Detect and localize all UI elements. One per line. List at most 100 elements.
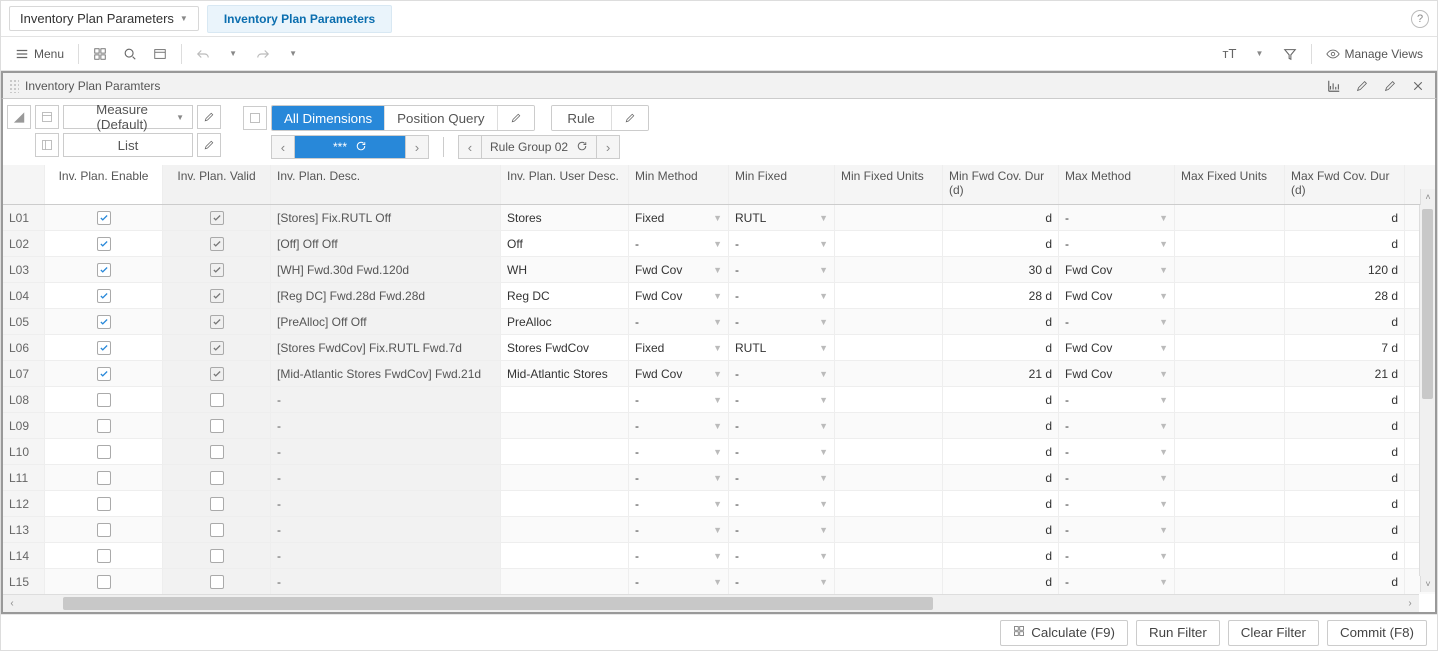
manage-views-button[interactable]: Manage Views [1320,41,1430,67]
table-row[interactable]: L09--▼-▼d-▼d [3,413,1435,439]
nav-prev-2[interactable]: ‹ [458,135,482,159]
axis-y-handle[interactable] [35,105,59,129]
cell-minfixu[interactable] [835,231,943,256]
cell-maxfwd[interactable]: d [1285,439,1405,464]
col-valid[interactable]: Inv. Plan. Valid [163,165,271,204]
cell-minfixu[interactable] [835,413,943,438]
text-size-dropdown[interactable]: ▼ [1247,41,1273,67]
checkbox-icon[interactable] [97,211,111,225]
cell-maxfwd[interactable]: d [1285,413,1405,438]
nav-next-2[interactable]: › [596,135,620,159]
col-minmeth[interactable]: Min Method [629,165,729,204]
pill-rule[interactable]: Rule [552,106,612,130]
cell-maxmeth[interactable]: Fwd Cov▼ [1059,283,1175,308]
cell-userdesc[interactable]: Reg DC [501,283,629,308]
cell-maxfixu[interactable] [1175,439,1285,464]
table-row[interactable]: L03[WH] Fwd.30d Fwd.120dWHFwd Cov▼-▼30 d… [3,257,1435,283]
cell-maxfwd[interactable]: 28 d [1285,283,1405,308]
cell-minfixu[interactable] [835,309,943,334]
cell-minmeth[interactable]: Fixed▼ [629,205,729,230]
cell-minmeth[interactable]: -▼ [629,569,729,594]
cell-minfwd[interactable]: d [943,543,1059,568]
checkbox-icon[interactable] [97,341,111,355]
cell-minfwd[interactable]: 28 d [943,283,1059,308]
cell-maxfwd[interactable]: 21 d [1285,361,1405,386]
cell-minfix[interactable]: -▼ [729,231,835,256]
cell-maxmeth[interactable]: Fwd Cov▼ [1059,335,1175,360]
cell-minmeth[interactable]: -▼ [629,387,729,412]
cell-minmeth[interactable]: -▼ [629,439,729,464]
cell-minfwd[interactable]: d [943,387,1059,412]
cell-minmeth[interactable]: Fwd Cov▼ [629,361,729,386]
cell-minfixu[interactable] [835,569,943,594]
col-maxfwd[interactable]: Max Fwd Cov. Dur (d) [1285,165,1405,204]
checkbox-icon[interactable] [97,445,111,459]
cell-maxfwd[interactable]: 7 d [1285,335,1405,360]
cell-minmeth[interactable]: Fwd Cov▼ [629,257,729,282]
checkbox-icon[interactable] [97,367,111,381]
cell-minmeth[interactable]: -▼ [629,465,729,490]
cell-maxfixu[interactable] [1175,257,1285,282]
cell-userdesc[interactable]: Stores [501,205,629,230]
checkbox-icon[interactable] [97,575,111,589]
cell-enable[interactable] [45,335,163,360]
cell-minmeth[interactable]: -▼ [629,413,729,438]
cell-userdesc[interactable] [501,491,629,516]
scroll-down-arrow[interactable]: ˅ [1420,576,1435,592]
cell-maxfixu[interactable] [1175,309,1285,334]
cell-minfwd[interactable]: 30 d [943,257,1059,282]
edit2-button[interactable] [1379,75,1401,97]
cell-minfwd[interactable]: d [943,465,1059,490]
col-rownum[interactable] [3,165,45,204]
cell-maxmeth[interactable]: Fwd Cov▼ [1059,257,1175,282]
cell-maxmeth[interactable]: -▼ [1059,465,1175,490]
cell-maxmeth[interactable]: Fwd Cov▼ [1059,361,1175,386]
checkbox-icon[interactable] [97,497,111,511]
cell-maxmeth[interactable]: -▼ [1059,387,1175,412]
cell-userdesc[interactable]: Mid-Atlantic Stores [501,361,629,386]
cell-minfix[interactable]: -▼ [729,257,835,282]
cell-userdesc[interactable] [501,465,629,490]
cell-userdesc[interactable] [501,387,629,412]
cell-maxfwd[interactable]: d [1285,231,1405,256]
cell-enable[interactable] [45,283,163,308]
pill-position-query-edit[interactable] [498,106,534,130]
cell-minfix[interactable]: -▼ [729,283,835,308]
cell-minfixu[interactable] [835,387,943,412]
cell-minfixu[interactable] [835,465,943,490]
table-row[interactable]: L11--▼-▼d-▼d [3,465,1435,491]
cell-maxmeth[interactable]: -▼ [1059,231,1175,256]
cell-minfixu[interactable] [835,257,943,282]
text-size-button[interactable]: ᴛT [1217,41,1243,67]
cell-maxfixu[interactable] [1175,283,1285,308]
cell-maxfixu[interactable] [1175,387,1285,412]
cell-minfix[interactable]: -▼ [729,465,835,490]
cell-maxfixu[interactable] [1175,413,1285,438]
checkbox-icon[interactable] [97,393,111,407]
cell-enable[interactable] [45,517,163,542]
format-button[interactable] [147,41,173,67]
cell-userdesc[interactable] [501,543,629,568]
cell-minmeth[interactable]: -▼ [629,231,729,256]
cell-minfixu[interactable] [835,491,943,516]
cell-userdesc[interactable]: Stores FwdCov [501,335,629,360]
redo-button[interactable] [250,41,276,67]
col-maxfixu[interactable]: Max Fixed Units [1175,165,1285,204]
cell-maxmeth[interactable]: -▼ [1059,309,1175,334]
checkbox-icon[interactable] [97,523,111,537]
scroll-right-arrow[interactable]: › [1401,595,1419,612]
cell-minfwd[interactable]: d [943,439,1059,464]
cell-maxfwd[interactable]: d [1285,465,1405,490]
cell-maxmeth[interactable]: -▼ [1059,543,1175,568]
cell-maxfixu[interactable] [1175,361,1285,386]
cell-maxfixu[interactable] [1175,543,1285,568]
cell-enable[interactable] [45,439,163,464]
table-row[interactable]: L06[Stores FwdCov] Fix.RUTL Fwd.7dStores… [3,335,1435,361]
cell-minmeth[interactable]: -▼ [629,543,729,568]
cell-enable[interactable] [45,231,163,256]
checkbox-icon[interactable] [97,419,111,433]
col-userdesc[interactable]: Inv. Plan. User Desc. [501,165,629,204]
cell-minfwd[interactable]: d [943,231,1059,256]
cell-minfix[interactable]: -▼ [729,413,835,438]
cell-maxfwd[interactable]: d [1285,517,1405,542]
